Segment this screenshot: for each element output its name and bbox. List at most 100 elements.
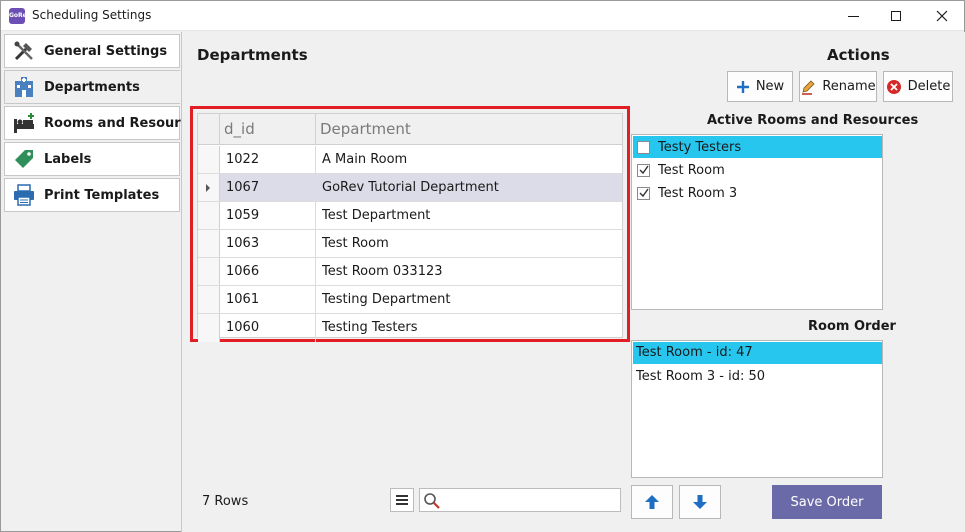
app-logo-icon: GoRev — [9, 8, 31, 24]
grid-menu-button[interactable] — [390, 488, 414, 512]
cell-department[interactable]: Testing Testers — [316, 314, 622, 342]
list-item-highlighted[interactable]: Testy Testers — [633, 136, 882, 158]
select-all-cell[interactable] — [198, 114, 220, 144]
table-row[interactable]: 1063 Test Room — [198, 230, 622, 258]
cell-d-id[interactable]: 1063 — [220, 230, 316, 258]
new-button-label: New — [755, 79, 785, 94]
sidebar-item-labels[interactable]: Labels — [4, 142, 180, 176]
move-up-button[interactable] — [631, 485, 673, 519]
departments-heading: Departments — [197, 46, 308, 64]
cell-department[interactable]: Testing Department — [316, 286, 622, 314]
list-item-label: Testy Testers — [658, 139, 742, 155]
row-selector[interactable] — [198, 174, 220, 201]
checkbox-checked[interactable] — [637, 186, 650, 200]
checkbox-unchecked[interactable] — [637, 140, 650, 154]
sidebar-item-departments[interactable]: Departments — [4, 70, 180, 104]
room-order-list: Test Room - id: 47 Test Room 3 - id: 50 — [631, 340, 883, 478]
delete-button-label: Delete — [907, 79, 951, 94]
actions-heading: Actions — [827, 46, 890, 64]
tools-icon — [12, 39, 36, 63]
grid-search-input[interactable] — [419, 488, 621, 512]
menu-line — [396, 499, 408, 501]
title-bar: GoRev Scheduling Settings — [1, 1, 964, 31]
active-rooms-heading: Active Rooms and Resources — [707, 113, 919, 128]
cell-d-id[interactable]: 1060 — [220, 314, 316, 342]
pencil-icon — [802, 79, 815, 95]
sidebar-item-general-settings[interactable]: General Settings — [4, 34, 180, 68]
hospital-icon — [12, 75, 36, 99]
cell-department[interactable]: Test Room — [316, 230, 622, 258]
sidebar-item-print-templates[interactable]: Print Templates — [4, 178, 180, 212]
minimize-button[interactable] — [830, 1, 876, 31]
window-title: Scheduling Settings — [32, 8, 152, 22]
printer-icon — [12, 183, 36, 207]
sidebar-item-rooms-and-resources[interactable]: Rooms and Resources — [4, 106, 205, 140]
departments-grid: d_id Department 1022 A Main Room 1067 Go… — [197, 113, 623, 342]
table-row[interactable]: 1066 Test Room 033123 — [198, 258, 622, 286]
arrow-up-icon — [645, 495, 659, 509]
close-icon — [936, 10, 948, 22]
list-item-label: Test Room 3 — [658, 185, 738, 201]
departments-grid-highlight: d_id Department 1022 A Main Room 1067 Go… — [190, 106, 630, 342]
cell-d-id[interactable]: 1067 — [220, 174, 316, 202]
grid-header: d_id Department — [198, 114, 622, 145]
active-rooms-list: Testy Testers Test Room Test Room 3 — [631, 134, 883, 310]
table-row[interactable]: 1061 Testing Department — [198, 286, 622, 314]
list-item-label: Test Room — [658, 162, 725, 178]
plus-icon — [736, 80, 749, 93]
row-selector[interactable] — [198, 314, 220, 342]
row-selector[interactable] — [198, 258, 220, 285]
sidebar-item-label: Labels — [44, 151, 92, 167]
new-button[interactable]: New — [727, 71, 793, 102]
column-header-d-id[interactable]: d_id — [220, 114, 316, 145]
room-order-heading: Room Order — [808, 319, 896, 334]
maximize-icon — [891, 11, 901, 21]
check-icon — [639, 165, 649, 175]
list-item[interactable]: Test Room — [633, 159, 882, 181]
delete-circle-icon — [886, 79, 901, 94]
row-selector[interactable] — [198, 146, 220, 173]
scheduling-settings-window: GoRev Scheduling Settings General Settin… — [0, 0, 965, 532]
row-selector[interactable] — [198, 202, 220, 229]
cell-d-id[interactable]: 1022 — [220, 146, 316, 174]
table-row-selected[interactable]: 1067 GoRev Tutorial Department — [198, 174, 622, 202]
menu-line — [396, 503, 408, 505]
row-selector[interactable] — [198, 230, 220, 257]
cell-d-id[interactable]: 1061 — [220, 286, 316, 314]
list-item-highlighted[interactable]: Test Room - id: 47 — [633, 342, 882, 364]
list-item[interactable]: Test Room 3 — [633, 182, 882, 204]
checkbox-checked[interactable] — [637, 163, 650, 177]
column-header-department[interactable]: Department — [316, 114, 622, 145]
cell-department[interactable]: A Main Room — [316, 146, 622, 174]
arrow-down-icon — [693, 495, 707, 509]
cell-department[interactable]: Test Department — [316, 202, 622, 230]
save-order-button[interactable]: Save Order — [772, 485, 882, 519]
move-down-button[interactable] — [679, 485, 721, 519]
maximize-button[interactable] — [873, 1, 919, 31]
table-row[interactable]: 1060 Testing Testers — [198, 314, 622, 342]
minimize-icon — [847, 15, 859, 17]
sidebar-item-label: General Settings — [44, 43, 168, 59]
cell-department[interactable]: GoRev Tutorial Department — [316, 174, 622, 202]
rename-button-label: Rename — [822, 79, 876, 94]
row-selector[interactable] — [198, 286, 220, 313]
main-panel: Departments Actions d_id Department 1022… — [181, 32, 965, 532]
tag-icon — [12, 147, 36, 171]
cell-d-id[interactable]: 1066 — [220, 258, 316, 286]
search-icon — [424, 493, 440, 509]
delete-button[interactable]: Delete — [883, 71, 953, 102]
sidebar-item-label: Print Templates — [44, 187, 160, 203]
menu-line — [396, 495, 408, 497]
settings-sidebar: General Settings Departments Rooms and R… — [4, 34, 205, 530]
cell-d-id[interactable]: 1059 — [220, 202, 316, 230]
close-button[interactable] — [919, 1, 965, 31]
current-row-icon — [206, 184, 210, 192]
rename-button[interactable]: Rename — [799, 71, 877, 102]
sidebar-item-label: Departments — [44, 79, 140, 95]
cell-department[interactable]: Test Room 033123 — [316, 258, 622, 286]
list-item[interactable]: Test Room 3 - id: 50 — [633, 366, 882, 388]
table-row[interactable]: 1022 A Main Room — [198, 146, 622, 174]
table-row[interactable]: 1059 Test Department — [198, 202, 622, 230]
row-count-label: 7 Rows — [202, 494, 249, 509]
bed-icon — [12, 111, 36, 135]
